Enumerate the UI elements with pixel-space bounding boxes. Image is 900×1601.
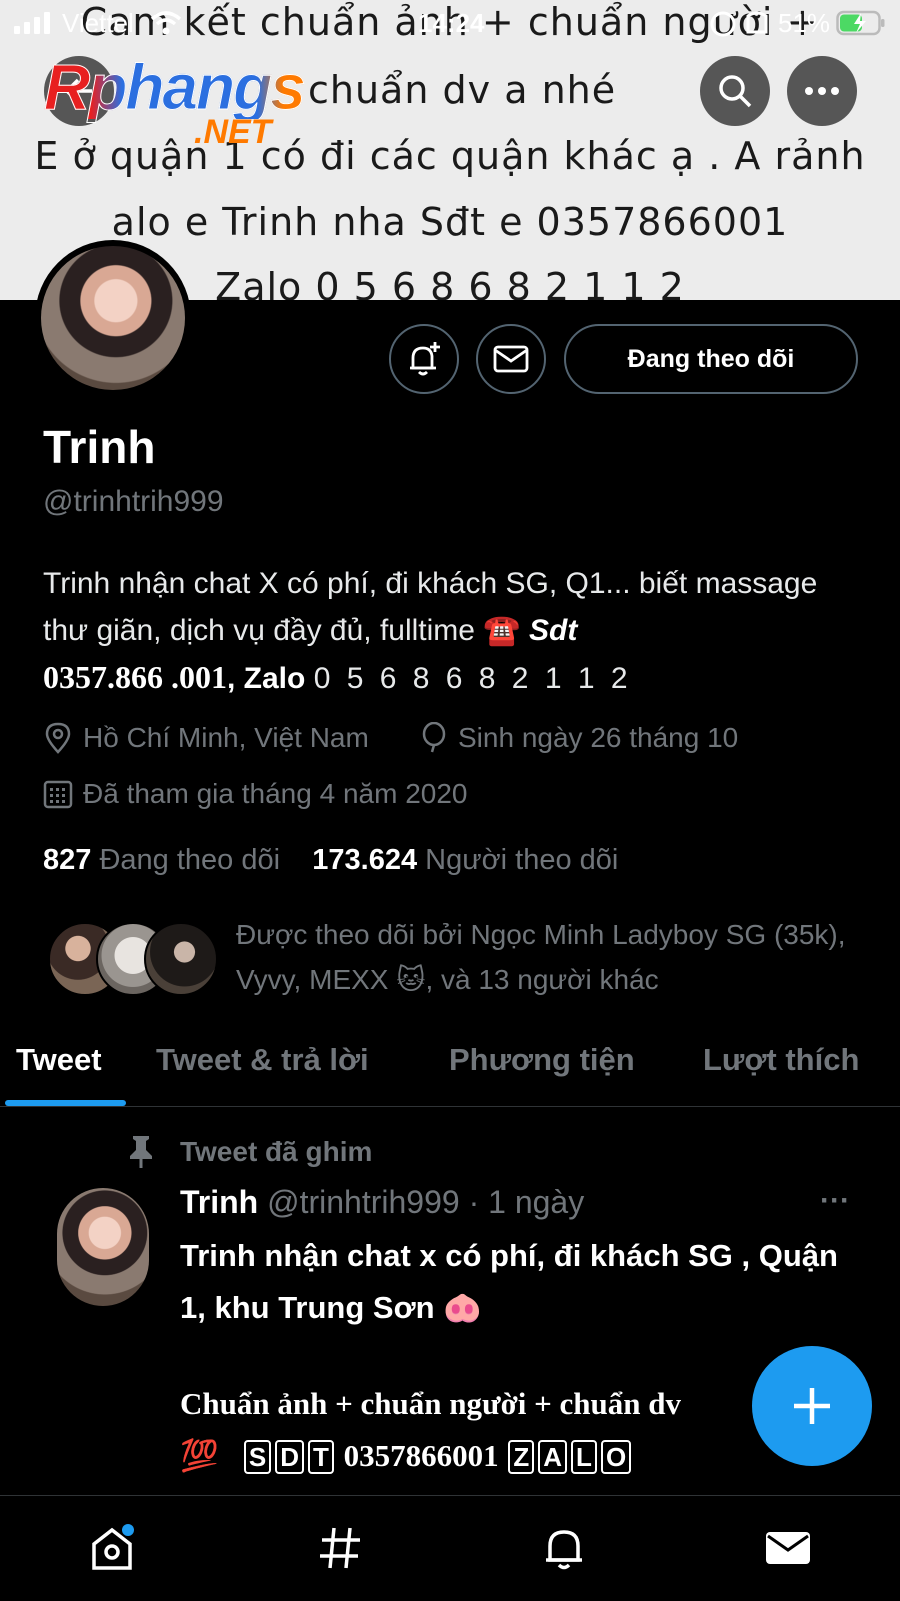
letter-box: A (538, 1440, 568, 1474)
bell-plus-icon (410, 342, 440, 376)
message-button[interactable] (476, 324, 546, 394)
watermark-net: .NET (194, 113, 272, 151)
plus-icon (794, 1388, 830, 1424)
signal-icon (14, 12, 54, 34)
battery-percent: 51% (778, 8, 831, 38)
profile-avatar[interactable] (35, 240, 191, 396)
following-count: 827 (43, 844, 92, 876)
more-options-button[interactable] (787, 56, 857, 126)
tab-tweets[interactable]: Tweet (16, 1042, 102, 1078)
profile-handle: @trinhtrih999 (43, 485, 224, 518)
tweet-more-icon[interactable]: ··· (820, 1184, 850, 1218)
more-horizontal-icon (805, 87, 839, 95)
banner-text-line: E ở quận 1 có đi các quận khác ạ . A rản… (34, 134, 866, 178)
profile-location: Hồ Chí Minh, Việt Nam (43, 722, 369, 754)
battery-charging-icon (836, 10, 885, 36)
watermark-main: Rphangs (44, 51, 307, 123)
location-text: Hồ Chí Minh, Việt Nam (83, 722, 369, 753)
profile-name: Trinh (43, 421, 156, 473)
bio-zalo: , Zalo (227, 662, 314, 695)
orientation-lock-icon (710, 11, 736, 37)
tab-likes[interactable]: Lượt thích (703, 1042, 859, 1078)
bio-phone: 0357.866 .001 (43, 659, 227, 695)
tab-tweets-replies[interactable]: Tweet & trả lời (156, 1042, 369, 1078)
following-link[interactable]: 827 Đang theo dõi (43, 844, 280, 876)
alarm-icon (746, 11, 768, 34)
carrier-name: Viettel (62, 8, 134, 38)
wifi-icon (150, 11, 182, 35)
tweet-author-name[interactable]: Trinh (180, 1184, 258, 1220)
bio-text: Trinh nhận chat X có phí, đi khách SG, Q… (43, 567, 818, 647)
bell-icon (546, 1530, 582, 1570)
tweet-contact-line: 💯 SDT 0357866001 ZALO (180, 1430, 800, 1482)
nav-home[interactable] (82, 1518, 142, 1578)
letter-box: S (243, 1440, 272, 1474)
letter-box: Z (508, 1440, 535, 1474)
tweet-text: Trinh nhận chat x có phí, đi khách SG , … (180, 1238, 838, 1325)
followers-link[interactable]: 173.624 Người theo dõi (312, 844, 618, 876)
balloon-icon (422, 722, 446, 753)
tweet-meta: @trinhtrih999 · 1 ngày (267, 1184, 585, 1220)
tweet-avatar[interactable] (57, 1188, 149, 1306)
tweet-phone: 0357866001 (343, 1438, 499, 1473)
bio-zalo-number: 0 5 6 8 6 8 2 1 1 2 (313, 662, 632, 695)
bio-sdt: Sdt (529, 614, 578, 647)
home-icon (92, 1524, 134, 1570)
tab-media[interactable]: Phương tiện (449, 1042, 635, 1078)
tweet-text-line: Chuẩn ảnh + chuẩn người + chuẩn dv (180, 1386, 681, 1421)
nav-notifications[interactable] (534, 1518, 594, 1578)
letter-box: L (571, 1440, 597, 1474)
compose-tweet-button[interactable] (752, 1346, 872, 1466)
avatar-image (41, 246, 185, 390)
profile-joined: Đã tham gia tháng 4 năm 2020 (43, 778, 467, 810)
profile-birthday: Sinh ngày 26 tháng 10 (420, 722, 738, 754)
nav-messages[interactable] (758, 1518, 818, 1578)
banner-text-line: alo e Trinh nha Sđt e 0357866001 (111, 200, 789, 244)
profile-bio: Trinh nhận chat X có phí, đi khách SG, Q… (43, 560, 863, 702)
envelope-icon (493, 345, 529, 373)
notifications-button[interactable] (389, 324, 459, 394)
letter-box: T (307, 1440, 334, 1474)
bottom-navigation (0, 1495, 900, 1601)
follower-avatar (144, 922, 218, 996)
profile-tabs: Tweet Tweet & trả lời Phương tiện Lượt t… (0, 1030, 900, 1107)
followers-count: 173.624 (312, 844, 418, 876)
following-button[interactable]: Đang theo dõi (564, 324, 858, 394)
location-pin-icon (45, 722, 71, 754)
watermark-logo: Rphangs .NET (44, 51, 307, 152)
status-bar: Viettel 14:24 51% (0, 0, 900, 46)
status-time: 14:24 (418, 8, 485, 38)
active-tab-indicator (5, 1100, 126, 1106)
following-label: Đang theo dõi (99, 844, 281, 876)
followed-by-text[interactable]: Được theo dõi bởi Ngọc Minh Ladyboy SG (… (236, 912, 856, 1002)
tweet-text-continued: Chuẩn ảnh + chuẩn người + chuẩn dv 💯 SDT… (180, 1378, 800, 1482)
letter-box: D (275, 1440, 304, 1474)
joined-text: Đã tham gia tháng 4 năm 2020 (83, 778, 468, 809)
tweet-header: Trinh @trinhtrih999 · 1 ngày (180, 1184, 584, 1221)
followers-label: Người theo dõi (425, 844, 619, 876)
birthday-text: Sinh ngày 26 tháng 10 (458, 722, 739, 753)
search-button[interactable] (700, 56, 770, 126)
hashtag-icon (320, 1527, 360, 1569)
letter-box: O (600, 1440, 632, 1474)
calendar-icon (43, 780, 73, 809)
hundred-emoji: 💯 (180, 1438, 219, 1473)
nav-explore[interactable] (310, 1518, 370, 1578)
profile-stats: 827 Đang theo dõi 173.624 Người theo dõi (43, 844, 618, 877)
pin-icon (130, 1136, 152, 1168)
envelope-filled-icon (766, 1532, 810, 1564)
pinned-tweet-label: Tweet đã ghim (180, 1136, 373, 1167)
search-icon (719, 75, 752, 108)
